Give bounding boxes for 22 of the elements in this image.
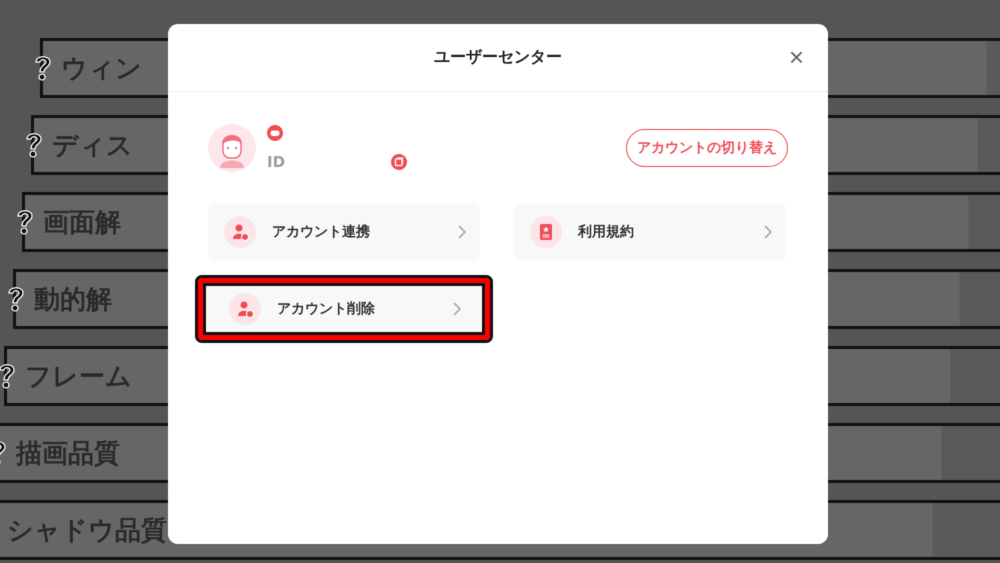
dialog-title: ユーザーセンター [434,47,562,68]
user-link-icon [224,216,256,248]
user-remove-icon [229,293,261,325]
setting-label: シャドウ品質 [7,514,167,548]
menu-card[interactable]: アカウント連携 [208,204,480,260]
menu-card[interactable]: アカウント削除 [198,278,490,340]
setting-label: ディス [52,130,133,162]
setting-label: ウィン [61,52,142,86]
copy-icon[interactable] [391,154,408,170]
setting-label: 描画品質 [16,438,120,470]
id-label: ID [267,153,286,171]
setting-label: 画面解 [43,206,121,240]
avatar-icon [208,124,256,172]
close-button[interactable]: × [784,44,808,70]
setting-label: フレーム [25,360,132,394]
chevron-right-icon [453,302,461,316]
switch-account-button[interactable]: アカウントの切り替え [626,129,788,167]
setting-label: 動的解 [34,284,112,316]
chevron-right-icon [458,225,466,239]
menu-card[interactable]: 利用規約 [514,204,786,260]
document-icon [530,216,562,248]
chevron-right-icon [764,225,772,239]
